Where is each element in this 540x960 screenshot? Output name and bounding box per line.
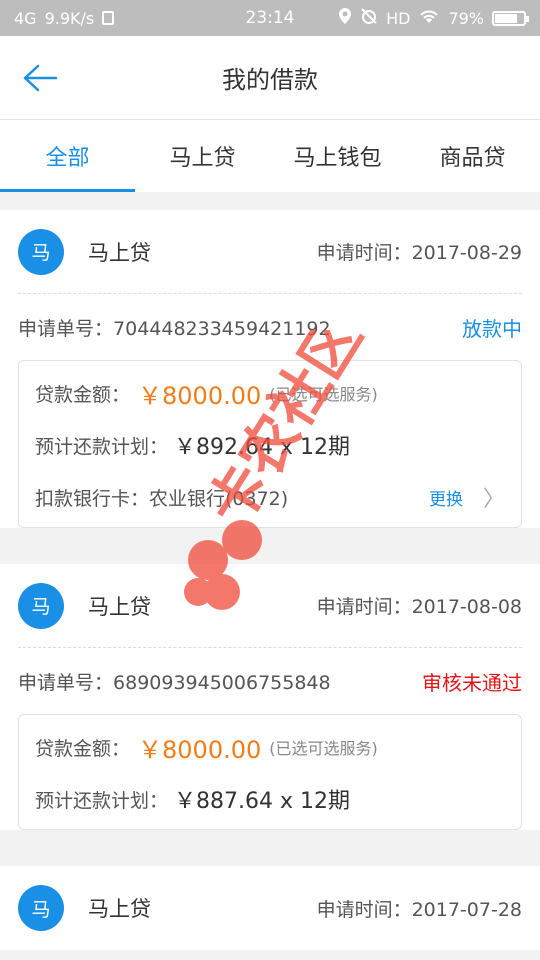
- apply-time: 申请时间：2017-07-28: [316, 898, 522, 921]
- order-row: 申请单号：689093945006755848 审核未通过: [18, 648, 522, 714]
- product-avatar-icon: 马: [18, 582, 64, 629]
- product-avatar-icon: 马: [18, 885, 64, 931]
- loan-amount: ￥8000.00: [138, 735, 262, 764]
- wifi-icon: [418, 8, 440, 28]
- tab-bar: 全部 马上贷 马上钱包 商品贷: [0, 120, 540, 192]
- tab-mashangdai[interactable]: 马上贷: [135, 120, 270, 192]
- bank-card-row: 扣款银行卡：农业银行(0372) 更换 〉: [35, 471, 505, 523]
- loan-amount: ￥8000.00: [138, 381, 262, 410]
- sim-icon: [102, 11, 115, 25]
- loan-card-header: 马 马上贷 申请时间：2017-08-29: [18, 210, 522, 294]
- page-title: 我的借款: [222, 66, 318, 94]
- location-icon: [338, 7, 352, 29]
- loan-card[interactable]: 马 马上贷 申请时间：2017-08-29 申请单号：7044482334594…: [0, 210, 540, 528]
- loan-detail-box: 贷款金额： ￥8000.00 (已选可选服务) 预计还款计划： ￥892.64 …: [18, 360, 522, 528]
- product-name: 马上贷: [88, 897, 151, 921]
- status-left: 4G 9.9K/s: [14, 8, 115, 28]
- battery-percent: 79%: [448, 8, 484, 28]
- section-gap: [0, 192, 540, 210]
- product-avatar-icon: 马: [18, 228, 64, 275]
- product-name: 马上贷: [88, 240, 151, 265]
- repayment-plan: ￥892.64 x 12期: [174, 435, 350, 460]
- status-right: HD 79%: [338, 7, 529, 29]
- tab-mashang-wallet[interactable]: 马上钱包: [270, 120, 405, 192]
- network-indicator: 4G: [14, 8, 37, 28]
- page-header: 我的借款: [0, 36, 540, 120]
- change-bank-button[interactable]: 更换 〉: [429, 481, 505, 513]
- section-gap: [0, 848, 540, 866]
- loan-status: 放款中: [462, 316, 522, 341]
- order-number-value: 704448233459421192: [113, 317, 331, 340]
- battery-icon: [492, 10, 529, 26]
- plan-row: 预计还款计划： ￥887.64 x 12期: [35, 773, 505, 825]
- optional-service-note: (已选可选服务): [269, 385, 378, 404]
- plan-label: 预计还款计划：: [35, 435, 169, 458]
- network-speed: 9.9K/s: [44, 8, 95, 28]
- loan-card-header: 马 马上贷 申请时间：2017-07-28: [18, 866, 522, 950]
- order-number-label: 申请单号：: [18, 317, 114, 340]
- loan-card[interactable]: 马 马上贷 申请时间：2017-07-28: [0, 866, 540, 950]
- loan-card-header: 马 马上贷 申请时间：2017-08-08: [18, 564, 522, 648]
- order-row: 申请单号：704448233459421192 放款中: [18, 294, 522, 360]
- section-gap: [0, 546, 540, 564]
- apply-time: 申请时间：2017-08-29: [316, 242, 522, 264]
- optional-service-note: (已选可选服务): [269, 739, 378, 758]
- amount-row: 贷款金额： ￥8000.00 (已选可选服务): [35, 721, 505, 773]
- loan-detail-box: 贷款金额： ￥8000.00 (已选可选服务) 预计还款计划： ￥887.64 …: [18, 714, 522, 830]
- change-bank-label: 更换: [428, 489, 463, 510]
- back-arrow-icon: [23, 64, 58, 92]
- back-button[interactable]: [22, 60, 62, 96]
- repayment-plan: ￥887.64 x 12期: [174, 789, 350, 814]
- bank-card-label: 扣款银行卡：农业银行(0372): [35, 487, 289, 510]
- amount-label: 贷款金额：: [35, 383, 131, 406]
- plan-row: 预计还款计划： ￥892.64 x 12期: [35, 419, 505, 471]
- apply-time: 申请时间：2017-08-08: [316, 596, 522, 618]
- product-name: 马上贷: [88, 594, 151, 619]
- loan-card[interactable]: 马 马上贷 申请时间：2017-08-08 申请单号：6890939450067…: [0, 564, 540, 830]
- status-bar: 4G 9.9K/s 23:14 HD 79%: [0, 0, 540, 36]
- tab-all[interactable]: 全部: [0, 120, 135, 192]
- order-number-value: 689093945006755848: [113, 671, 331, 694]
- amount-label: 贷款金额：: [35, 737, 131, 760]
- order-number: 申请单号：689093945006755848: [18, 668, 331, 695]
- order-number-label: 申请单号：: [18, 671, 114, 694]
- tab-goods-loan[interactable]: 商品贷: [405, 120, 540, 192]
- amount-row: 贷款金额： ￥8000.00 (已选可选服务): [35, 367, 505, 419]
- loan-status: 审核未通过: [422, 670, 522, 695]
- plan-label: 预计还款计划：: [35, 789, 169, 812]
- alarm-off-icon: [360, 7, 378, 29]
- order-number: 申请单号：704448233459421192: [18, 314, 331, 341]
- hd-indicator: HD: [386, 8, 411, 28]
- chevron-right-icon: 〉: [482, 487, 505, 512]
